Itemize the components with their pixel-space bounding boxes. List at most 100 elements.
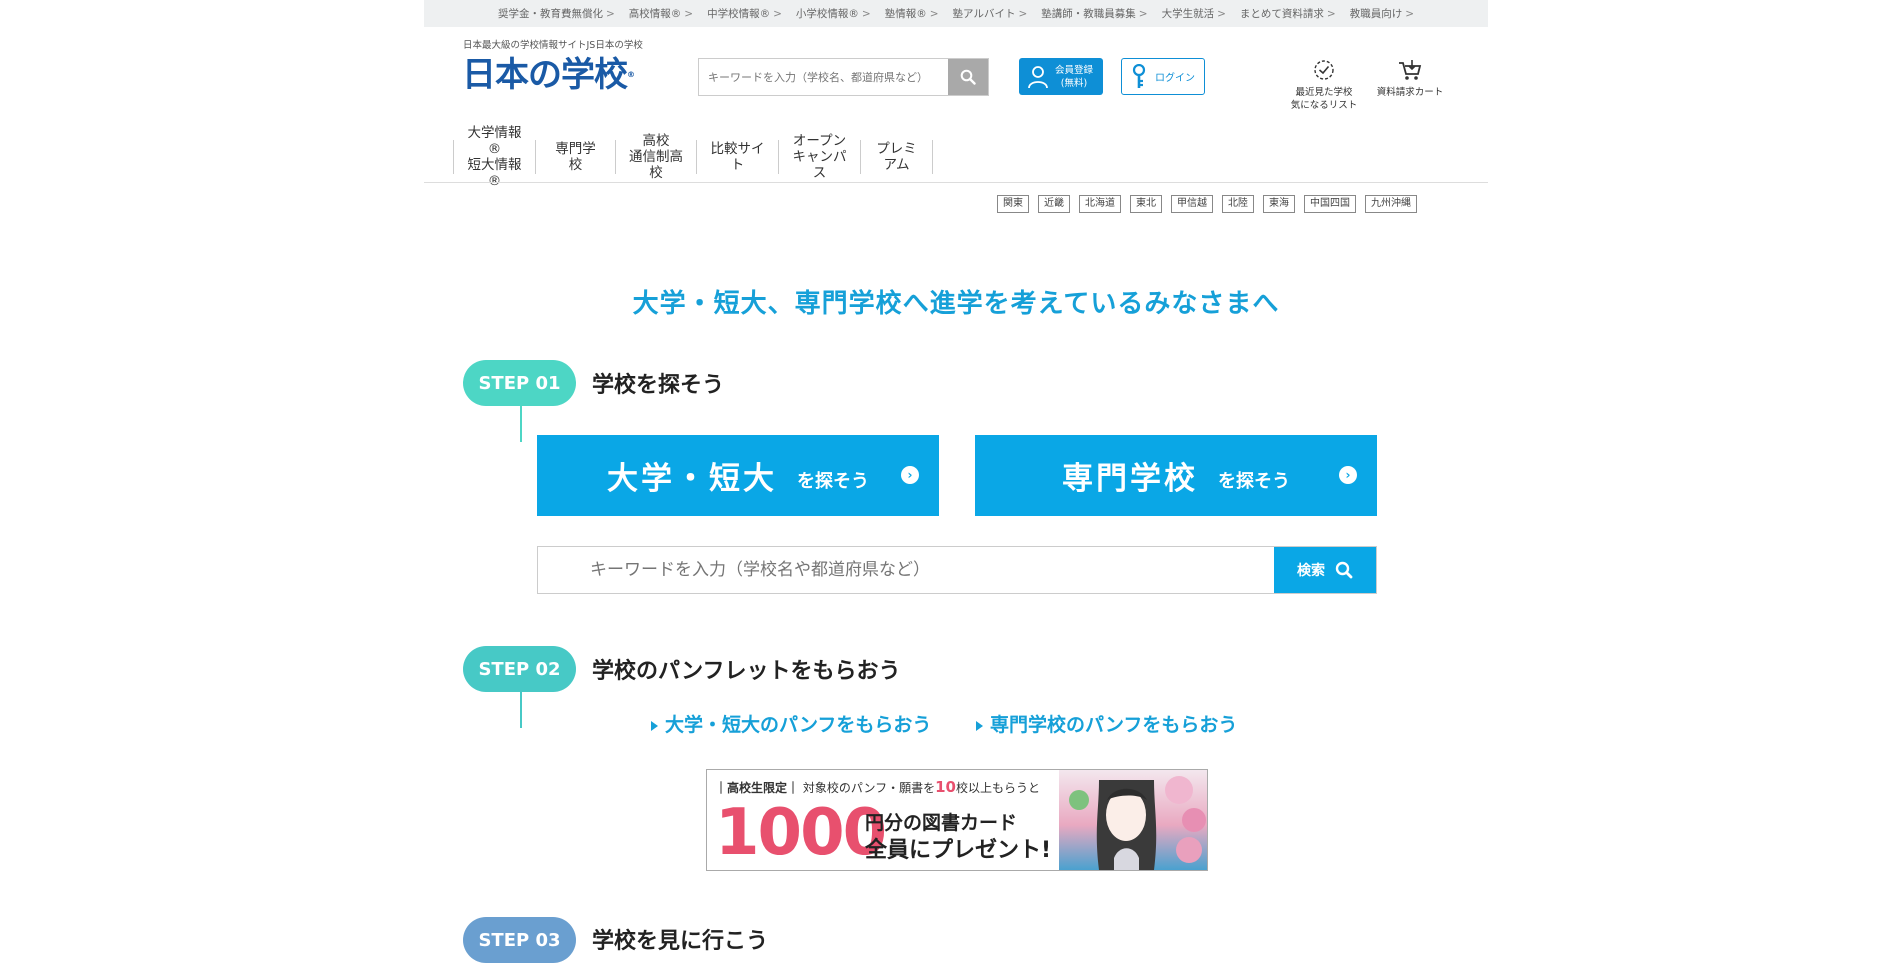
gnav-item[interactable]: 大学情報® 短大情報® bbox=[453, 125, 535, 189]
chevron-right-icon: › bbox=[901, 466, 919, 484]
gnav-item-label: オープン bbox=[792, 133, 847, 149]
search-vocational-button[interactable]: 専門学校 を探そう › bbox=[975, 435, 1377, 516]
gnav-item-label-2: キャンパス bbox=[792, 149, 847, 181]
banner-amount: 1000 bbox=[715, 796, 887, 870]
clock-check-icon bbox=[1314, 60, 1334, 80]
top-link-label: まとめて資料請求 bbox=[1239, 8, 1324, 20]
top-link[interactable]: 塾講師・教職員募集 > bbox=[1034, 6, 1154, 21]
search-vocational-sub: を探そう bbox=[1218, 470, 1290, 492]
top-link-label: 大学生就活 bbox=[1161, 8, 1215, 20]
step-03-label: STEP 03 bbox=[478, 929, 561, 951]
banner-line2: 全員にプレゼント! bbox=[865, 838, 1052, 863]
banner-count: 10 bbox=[935, 778, 956, 796]
top-link-label: 中学校情報® bbox=[707, 8, 771, 20]
banner-illustration bbox=[1059, 770, 1207, 870]
top-link-label: 塾講師・教職員募集 bbox=[1041, 8, 1136, 20]
step-01-title: 学校を探そう bbox=[592, 373, 725, 398]
recent-schools-link[interactable]: 最近見た学校 気になるリスト bbox=[1282, 58, 1366, 112]
register-free-label: (無料) bbox=[1060, 77, 1088, 89]
main-search-button-label: 検索 bbox=[1297, 563, 1325, 579]
header-search-input[interactable] bbox=[699, 59, 948, 95]
step-02-title: 学校のパンフレットをもらおう bbox=[592, 659, 901, 684]
top-link[interactable]: まとめて資料請求 > bbox=[1233, 6, 1343, 21]
chevron-right-icon: > bbox=[1138, 8, 1148, 20]
site-logo[interactable]: 日本の学校® bbox=[462, 55, 635, 95]
request-cart-link[interactable]: 資料請求カート bbox=[1370, 58, 1450, 99]
gnav-item-label-2: 短大情報® bbox=[467, 157, 522, 189]
step-01-badge: STEP 01 bbox=[463, 360, 576, 406]
chevron-right-icon: > bbox=[1405, 8, 1415, 20]
region-link[interactable]: 近畿 bbox=[1038, 195, 1070, 213]
region-link[interactable]: 中国四国 bbox=[1304, 195, 1356, 213]
step-02-line bbox=[520, 692, 522, 728]
cart-icon bbox=[1399, 60, 1422, 80]
top-link[interactable]: 奨学金・教育費無償化 > bbox=[491, 6, 622, 21]
gnav-item[interactable]: 専門学校 bbox=[535, 140, 615, 174]
register-button[interactable]: 会員登録 (無料) bbox=[1019, 58, 1103, 95]
banner-text-before: 対象校のパンフ・願書を bbox=[802, 781, 936, 795]
gnav-item[interactable]: プレミアム bbox=[860, 140, 933, 174]
region-link[interactable]: 北陸 bbox=[1222, 195, 1254, 213]
chevron-right-icon: > bbox=[1018, 8, 1028, 20]
chevron-right-icon: > bbox=[605, 8, 615, 20]
book-card-campaign-banner[interactable]: ｜高校生限定｜ 対象校のパンフ・願書を10校以上もらうと 1000 円分の図書カ… bbox=[706, 769, 1208, 871]
university-pamphlet-link[interactable]: 大学・短大のパンフをもらおう bbox=[651, 710, 931, 737]
gnav-item-label: 比較サイト bbox=[710, 141, 765, 173]
search-university-main: 大学・短大 bbox=[607, 461, 777, 497]
header-search-box bbox=[698, 58, 989, 96]
step-03-badge: STEP 03 bbox=[463, 917, 576, 963]
step-01-line bbox=[520, 406, 522, 442]
top-link[interactable]: 大学生就活 > bbox=[1155, 6, 1233, 21]
region-link[interactable]: 東海 bbox=[1263, 195, 1295, 213]
chevron-right-icon: > bbox=[773, 8, 782, 20]
register-label: 会員登録 bbox=[1055, 64, 1094, 76]
region-links: 関東 近畿 北海道 東北 甲信越 北陸 東海 中国四国 九州沖縄 bbox=[997, 195, 1417, 213]
search-university-button[interactable]: 大学・短大 を探そう › bbox=[537, 435, 939, 516]
login-label: ログイン bbox=[1155, 73, 1195, 84]
login-button[interactable]: ログイン bbox=[1121, 58, 1205, 95]
chevron-right-icon: > bbox=[929, 8, 939, 20]
search-icon bbox=[960, 69, 976, 85]
gnav-item[interactable]: オープン キャンパス bbox=[778, 133, 860, 181]
top-link[interactable]: 小学校情報® > bbox=[789, 6, 878, 21]
main-search-input[interactable] bbox=[538, 547, 1274, 593]
gnav-item-label: 高校 bbox=[642, 133, 670, 149]
key-icon bbox=[1132, 63, 1146, 88]
region-link[interactable]: 九州沖縄 bbox=[1365, 195, 1417, 213]
step-02-label: STEP 02 bbox=[478, 658, 561, 680]
logo-text: 日本の学校 bbox=[462, 55, 628, 95]
gnav-item-label-2: 通信制高校 bbox=[629, 149, 683, 181]
top-link[interactable]: 高校情報® > bbox=[622, 6, 700, 21]
banner-line1: 円分の図書カード bbox=[865, 812, 1018, 834]
favorites-label: 気になるリスト bbox=[1290, 100, 1358, 111]
global-nav: 大学情報® 短大情報® 専門学校 高校 通信制高校 比較サイト オープン キャンパス プレミアム bbox=[453, 125, 933, 189]
vocational-pamphlet-label: 専門学校のパンフをもらおう bbox=[990, 714, 1238, 736]
top-link[interactable]: 教職員向け > bbox=[1343, 6, 1421, 21]
top-link[interactable]: 塾アルバイト > bbox=[946, 6, 1035, 21]
header-search-button[interactable] bbox=[948, 59, 988, 95]
main-search-box: 検索 bbox=[537, 546, 1377, 594]
region-link[interactable]: 北海道 bbox=[1079, 195, 1121, 213]
chevron-right-icon: > bbox=[684, 8, 694, 20]
gnav-item-label: 専門学校 bbox=[555, 141, 596, 173]
main-search-button[interactable]: 検索 bbox=[1274, 547, 1376, 593]
region-link[interactable]: 甲信越 bbox=[1171, 195, 1213, 213]
region-link[interactable]: 関東 bbox=[997, 195, 1029, 213]
gnav-item-label: 大学情報® bbox=[467, 125, 522, 157]
region-link[interactable]: 東北 bbox=[1130, 195, 1162, 213]
triangle-right-icon bbox=[976, 720, 983, 731]
top-link[interactable]: 中学校情報® > bbox=[700, 6, 789, 21]
top-link-label: 奨学金・教育費無償化 bbox=[497, 8, 603, 20]
logo-registered-mark: ® bbox=[627, 70, 635, 79]
step-03-title: 学校を見に行こう bbox=[592, 929, 769, 954]
gnav-item[interactable]: 高校 通信制高校 bbox=[615, 133, 696, 181]
chevron-right-icon: > bbox=[1217, 8, 1226, 20]
site-tagline: 日本最大級の学校情報サイトJS日本の学校 bbox=[463, 40, 643, 51]
search-vocational-main: 専門学校 bbox=[1062, 461, 1198, 497]
search-icon bbox=[1335, 561, 1353, 579]
vocational-pamphlet-link[interactable]: 専門学校のパンフをもらおう bbox=[976, 710, 1237, 737]
page-heading: 大学・短大、専門学校へ進学を考えているみなさまへ bbox=[632, 289, 1280, 319]
top-link[interactable]: 塾情報® > bbox=[878, 6, 946, 21]
gnav-item[interactable]: 比較サイト bbox=[696, 140, 778, 174]
chevron-right-icon: > bbox=[861, 8, 871, 20]
